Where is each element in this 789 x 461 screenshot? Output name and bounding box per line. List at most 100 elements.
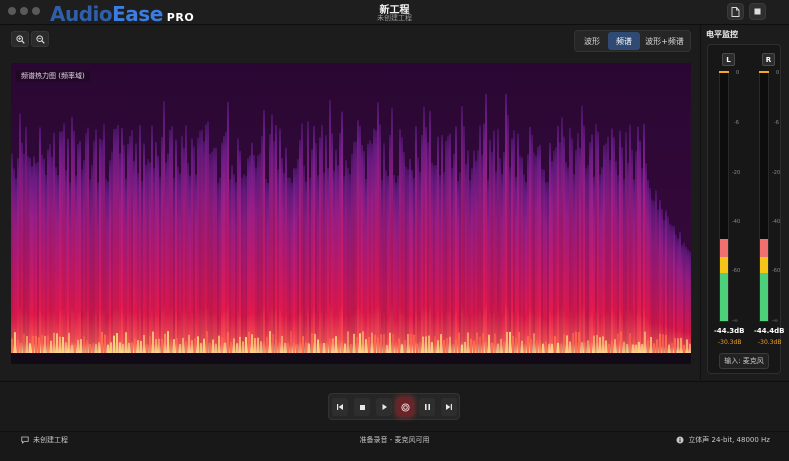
spectrogram-column bbox=[43, 158, 45, 353]
spectrogram-column bbox=[135, 143, 137, 353]
spectrogram-lowband bbox=[263, 342, 265, 353]
spectrogram-column bbox=[579, 148, 581, 353]
spectrogram-column bbox=[323, 172, 325, 353]
spectrogram-column bbox=[213, 147, 215, 353]
skip-forward-button[interactable] bbox=[441, 398, 457, 416]
spectrogram-column bbox=[315, 143, 317, 353]
spectrogram-column bbox=[443, 172, 445, 353]
tab-waveform[interactable]: 波形 bbox=[576, 32, 608, 50]
spectrogram-lowband bbox=[404, 340, 406, 353]
left-peak-marker bbox=[719, 71, 729, 73]
spectrogram-lowband bbox=[467, 332, 469, 353]
spectrogram-column bbox=[539, 144, 541, 353]
spectrogram-column bbox=[547, 181, 549, 353]
spectrogram-column bbox=[387, 175, 389, 353]
spectrogram-column bbox=[665, 210, 667, 353]
spectrogram-column bbox=[185, 125, 187, 353]
spectrogram-lowband bbox=[662, 334, 664, 353]
spectrogram-column bbox=[235, 182, 237, 353]
spectrogram-column bbox=[337, 165, 339, 353]
spectrogram-lowband bbox=[317, 339, 319, 353]
spectrogram-column bbox=[461, 106, 463, 353]
spectrogram-column bbox=[587, 165, 589, 353]
spectrogram-column bbox=[401, 137, 403, 353]
spectrogram-lowband bbox=[437, 340, 439, 353]
spectrogram-column bbox=[683, 242, 685, 353]
skip-back-button[interactable] bbox=[332, 398, 348, 416]
spectrogram-column bbox=[409, 158, 411, 353]
spectrogram-lowband bbox=[419, 341, 421, 353]
spectrogram-column bbox=[107, 181, 109, 353]
spectrogram-lowband bbox=[560, 344, 562, 353]
spectrogram-lowband bbox=[407, 334, 409, 353]
spectrogram-column bbox=[87, 127, 89, 353]
spectrogram-column bbox=[27, 156, 29, 353]
spectrogram-lowband bbox=[248, 331, 250, 353]
input-source-button[interactable]: 输入: 麦克风 bbox=[719, 353, 769, 369]
spectrogram-lowband bbox=[410, 334, 412, 353]
spectrogram-column bbox=[419, 171, 421, 353]
spectrogram-column bbox=[49, 144, 51, 353]
spectrogram-lowband bbox=[686, 339, 688, 353]
spectrogram-column bbox=[211, 151, 213, 353]
tab-waveform-spectrum[interactable]: 波形+频谱 bbox=[640, 32, 689, 50]
spectrogram-column bbox=[565, 161, 567, 353]
spectrogram-column bbox=[241, 177, 243, 353]
meter-tick: -40 bbox=[732, 219, 741, 225]
spectrogram-column bbox=[339, 132, 341, 353]
zoom-in-button[interactable] bbox=[11, 31, 29, 47]
spectrogram-column bbox=[647, 179, 649, 353]
spectrogram-column bbox=[199, 131, 201, 353]
spectrogram-column bbox=[239, 151, 241, 353]
spectrogram-column bbox=[621, 147, 623, 353]
stop-app-button[interactable] bbox=[749, 3, 766, 20]
spectrogram-column bbox=[375, 130, 377, 353]
spectrogram-lowband bbox=[365, 339, 367, 353]
spectrogram-lowband bbox=[68, 332, 70, 353]
zoom-out-button[interactable] bbox=[31, 31, 49, 47]
spectrogram-column bbox=[615, 161, 617, 353]
spectrogram-lowband bbox=[422, 336, 424, 353]
spectrogram-lowband bbox=[113, 335, 115, 353]
play-icon bbox=[382, 404, 387, 410]
spectrogram-column bbox=[447, 136, 449, 353]
spectrogram-lowband bbox=[374, 334, 376, 353]
spectrogram-lowband bbox=[569, 341, 571, 353]
spectrogram-column bbox=[137, 172, 139, 353]
app-window: AudioEase PRO 新工程 未创建工程 波形 频谱 波形+频谱 频谱热力… bbox=[0, 0, 789, 461]
spectrogram-column bbox=[617, 174, 619, 353]
spectrogram-column bbox=[341, 111, 343, 353]
spectrogram-lowband bbox=[476, 332, 478, 353]
spectrogram-column bbox=[97, 182, 99, 353]
new-file-button[interactable] bbox=[727, 3, 744, 20]
spectrogram-lowband bbox=[26, 336, 28, 353]
spectrogram-column bbox=[663, 219, 665, 353]
play-button[interactable] bbox=[376, 398, 392, 416]
tab-spectrum[interactable]: 频谱 bbox=[608, 32, 640, 50]
spectrogram-column bbox=[445, 140, 447, 353]
spectrogram-lowband bbox=[428, 335, 430, 353]
spectrogram-column bbox=[47, 149, 49, 353]
spectrogram-lowband bbox=[119, 342, 121, 353]
spectrogram-lowband bbox=[314, 333, 316, 353]
spectrogram-column bbox=[37, 161, 39, 353]
meter-tick: -∞ bbox=[732, 318, 738, 324]
spectrogram-lowband bbox=[362, 331, 364, 353]
spectrogram-lowband bbox=[500, 338, 502, 353]
spectrogram-column bbox=[517, 133, 519, 353]
left-level-value: -44.3dB bbox=[714, 327, 745, 335]
spectrogram-lowband bbox=[650, 337, 652, 353]
spectrogram-lowband bbox=[170, 339, 172, 353]
spectrogram-heatmap[interactable] bbox=[11, 63, 691, 364]
spectrogram-lowband bbox=[272, 334, 274, 353]
spectrogram-column bbox=[245, 176, 247, 353]
spectrogram-column bbox=[657, 209, 659, 353]
record-button[interactable] bbox=[397, 398, 413, 416]
spectrogram-column bbox=[215, 147, 217, 353]
spectrogram-column bbox=[249, 155, 251, 353]
pause-button[interactable] bbox=[419, 398, 435, 416]
stop-button[interactable] bbox=[354, 398, 370, 416]
spectrogram-lowband bbox=[149, 336, 151, 353]
spectrogram-lowband bbox=[605, 340, 607, 353]
spectrogram-column bbox=[161, 137, 163, 353]
